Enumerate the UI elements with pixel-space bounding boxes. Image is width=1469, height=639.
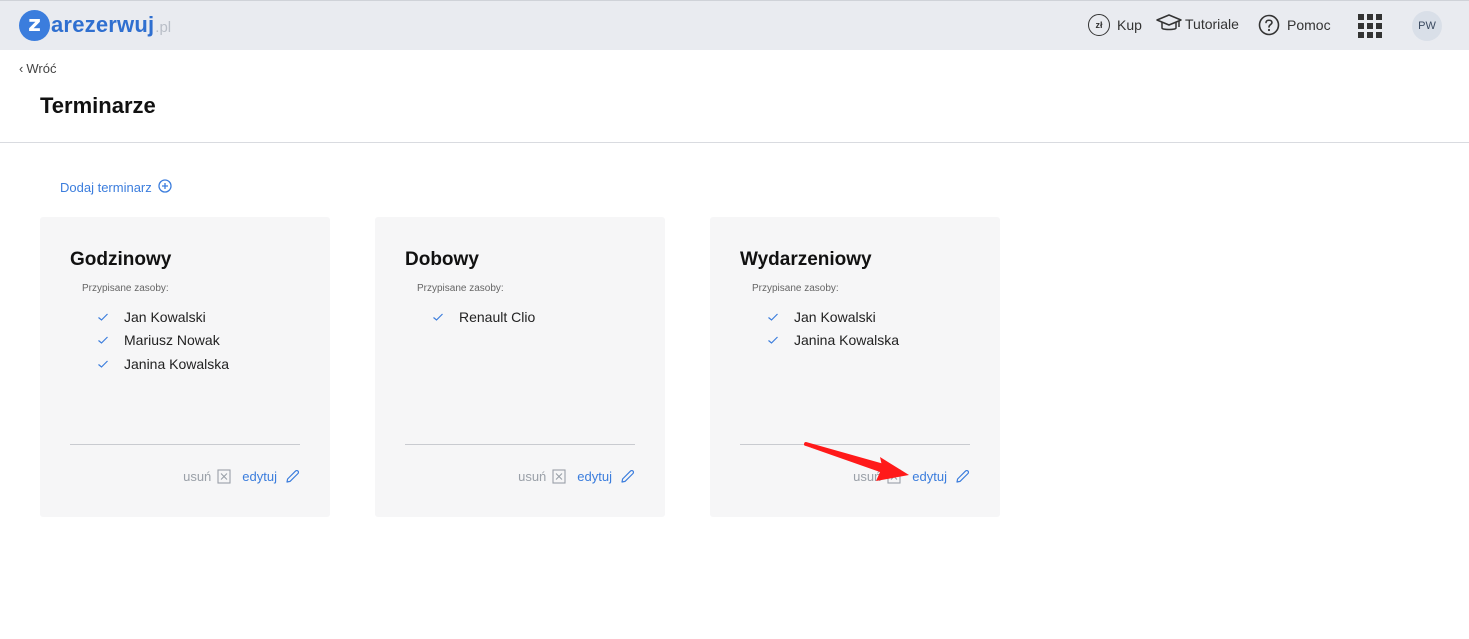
assigned-resources-label: Przypisane zasoby:	[417, 283, 504, 294]
delete-icon	[552, 469, 566, 484]
delete-label: usuń	[853, 469, 882, 484]
calendar-card-dobowy: Dobowy Przypisane zasoby: Renault Clio u…	[375, 217, 665, 517]
delete-button[interactable]: usuń	[853, 469, 901, 484]
check-icon	[98, 313, 108, 321]
avatar[interactable]: PW	[1412, 11, 1442, 41]
card-actions: usuń edytuj	[853, 469, 970, 484]
list-item: Renault Clio	[432, 305, 535, 329]
check-icon	[98, 360, 108, 368]
delete-label: usuń	[518, 469, 547, 484]
resource-name: Jan Kowalski	[124, 308, 206, 325]
edit-button[interactable]: edytuj	[242, 469, 300, 484]
help-icon	[1258, 14, 1280, 36]
edit-label: edytuj	[577, 469, 612, 484]
list-item: Janina Kowalska	[767, 329, 899, 353]
check-icon	[98, 336, 108, 345]
card-divider	[70, 444, 300, 445]
card-divider	[740, 444, 970, 445]
check-icon	[768, 313, 778, 321]
back-link[interactable]: ‹ Wróć	[19, 61, 56, 76]
card-title: Godzinowy	[70, 249, 172, 270]
list-item: Mariusz Nowak	[97, 329, 229, 353]
nav-buy[interactable]: zł Kup	[1088, 14, 1142, 36]
logo-suffix: .pl	[155, 19, 172, 36]
top-bar: z arezerwuj .pl zł Kup Tutoriale Pomoc P…	[0, 0, 1469, 50]
resource-list: Jan Kowalski Mariusz Nowak Janina Kowals…	[97, 305, 229, 376]
header-divider	[0, 142, 1469, 143]
edit-label: edytuj	[242, 469, 277, 484]
nav-tutorials-label: Tutoriale	[1185, 16, 1239, 32]
card-divider	[405, 444, 635, 445]
card-actions: usuń edytuj	[518, 469, 635, 484]
card-title: Dobowy	[405, 249, 479, 270]
resource-name: Janina Kowalska	[794, 332, 900, 349]
nav-buy-label: Kup	[1117, 17, 1142, 33]
apps-grid-icon[interactable]	[1358, 14, 1382, 38]
logo[interactable]: z arezerwuj .pl	[19, 9, 171, 41]
delete-label: usuń	[183, 469, 212, 484]
graduation-cap-icon	[1156, 14, 1182, 34]
check-icon	[433, 313, 443, 321]
logo-badge: z	[19, 9, 50, 41]
resource-name: Mariusz Nowak	[124, 332, 220, 349]
calendar-card-godzinowy: Godzinowy Przypisane zasoby: Jan Kowalsk…	[40, 217, 330, 517]
coin-icon: zł	[1088, 14, 1110, 36]
list-item: Jan Kowalski	[767, 305, 899, 329]
resource-name: Jan Kowalski	[794, 308, 876, 325]
calendar-card-wydarzeniowy: Wydarzeniowy Przypisane zasoby: Jan Kowa…	[710, 217, 1000, 517]
nav-tutorials[interactable]: Tutoriale	[1156, 14, 1239, 34]
add-calendar-label: Dodaj terminarz	[60, 180, 152, 195]
assigned-resources-label: Przypisane zasoby:	[82, 283, 169, 294]
logo-text: arezerwuj	[51, 12, 155, 37]
card-title: Wydarzeniowy	[740, 249, 872, 270]
nav-help[interactable]: Pomoc	[1258, 14, 1331, 36]
assigned-resources-label: Przypisane zasoby:	[752, 283, 839, 294]
edit-button[interactable]: edytuj	[577, 469, 635, 484]
edit-label: edytuj	[912, 469, 947, 484]
chevron-left-icon: ‹	[19, 61, 24, 76]
card-actions: usuń edytuj	[183, 469, 300, 484]
page-title: Terminarze	[40, 93, 156, 118]
resource-name: Renault Clio	[459, 308, 536, 325]
pencil-icon	[956, 469, 970, 483]
delete-button[interactable]: usuń	[183, 469, 231, 484]
delete-button[interactable]: usuń	[518, 469, 566, 484]
resource-list: Jan Kowalski Janina Kowalska	[767, 305, 899, 352]
nav-help-label: Pomoc	[1287, 17, 1331, 33]
list-item: Jan Kowalski	[97, 305, 229, 329]
delete-icon	[887, 469, 901, 484]
check-icon	[768, 336, 778, 345]
resource-name: Janina Kowalska	[124, 355, 230, 372]
list-item: Janina Kowalska	[97, 352, 229, 376]
pencil-icon	[621, 469, 635, 483]
back-label: Wróć	[26, 61, 57, 76]
edit-button[interactable]: edytuj	[912, 469, 970, 484]
plus-circle-icon	[158, 179, 172, 196]
resource-list: Renault Clio	[432, 305, 535, 329]
add-calendar-link[interactable]: Dodaj terminarz	[60, 179, 172, 196]
pencil-icon	[286, 469, 300, 483]
delete-icon	[217, 469, 231, 484]
